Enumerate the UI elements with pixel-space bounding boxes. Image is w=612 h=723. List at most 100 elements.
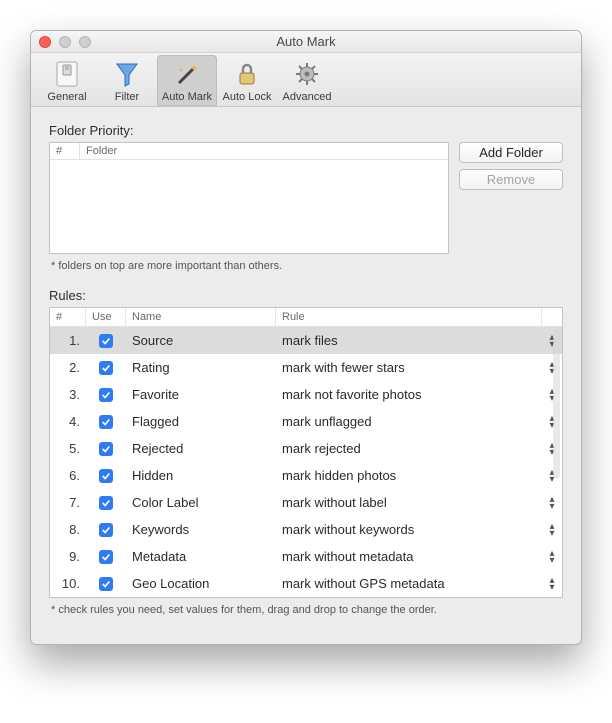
- table-row[interactable]: 8. Keywordsmark without keywords▴▾: [50, 516, 562, 543]
- checkbox[interactable]: [99, 469, 113, 483]
- prefs-toolbar: General Filter Auto Mark Auto Lock Advan…: [31, 53, 581, 107]
- stepper-icon[interactable]: ▴▾: [542, 577, 562, 591]
- stepper-icon[interactable]: ▴▾: [542, 550, 562, 564]
- scrollbar-thumb[interactable]: [553, 329, 560, 479]
- table-row[interactable]: 3.Favoritemark not favorite photos▴▾: [50, 381, 562, 408]
- tab-label: Auto Lock: [217, 91, 277, 103]
- close-icon[interactable]: [39, 36, 51, 48]
- rules-label: Rules:: [49, 288, 563, 303]
- table-row[interactable]: 10.Geo Locationmark without GPS metadata…: [50, 570, 562, 597]
- lock-icon: [231, 59, 263, 89]
- rule-desc: mark not favorite photos: [276, 387, 542, 402]
- tab-label: Auto Mark: [157, 91, 217, 103]
- funnel-icon: [111, 59, 143, 89]
- window-controls: [39, 36, 91, 48]
- row-number: 4.: [50, 414, 86, 429]
- rule-name: Rejected: [126, 441, 276, 456]
- col-name[interactable]: Name: [126, 308, 276, 326]
- folder-hint: * folders on top are more important than…: [51, 260, 563, 272]
- row-number: 7.: [50, 495, 86, 510]
- folder-table-header: # Folder: [50, 143, 448, 160]
- checkbox[interactable]: [99, 523, 113, 537]
- rule-name: Rating: [126, 360, 276, 375]
- use-cell: [86, 361, 126, 375]
- row-number: 10.: [50, 576, 86, 591]
- rule-desc: mark files: [276, 333, 542, 348]
- checkbox[interactable]: [99, 496, 113, 510]
- rule-name: Source: [126, 333, 276, 348]
- tab-label: Filter: [97, 91, 157, 103]
- checkbox[interactable]: [99, 334, 113, 348]
- row-number: 2.: [50, 360, 86, 375]
- rule-name: Favorite: [126, 387, 276, 402]
- use-cell: [86, 334, 126, 348]
- use-cell: [86, 442, 126, 456]
- row-number: 6.: [50, 468, 86, 483]
- col-folder[interactable]: Folder: [80, 143, 448, 159]
- use-cell: [86, 496, 126, 510]
- rule-name: Hidden: [126, 468, 276, 483]
- rules-hint: * check rules you need, set values for t…: [51, 604, 563, 616]
- table-row[interactable]: 6.Hiddenmark hidden photos▴▾: [50, 462, 562, 489]
- row-number: 1.: [50, 333, 86, 348]
- switch-icon: [51, 59, 83, 89]
- checkbox[interactable]: [99, 550, 113, 564]
- stepper-icon[interactable]: ▴▾: [542, 523, 562, 537]
- rule-desc: mark rejected: [276, 441, 542, 456]
- rule-desc: mark hidden photos: [276, 468, 542, 483]
- rules-table: # Use Name Rule 1. Sourcemark files ▴▾ 2. Ra…: [49, 307, 563, 598]
- checkbox[interactable]: [99, 577, 113, 591]
- table-row[interactable]: 2.Ratingmark with fewer stars▴▾: [50, 354, 562, 381]
- table-row[interactable]: 5.Rejectedmark rejected▴▾: [50, 435, 562, 462]
- zoom-icon[interactable]: [79, 36, 91, 48]
- checkbox[interactable]: [99, 442, 113, 456]
- checkbox[interactable]: [99, 361, 113, 375]
- col-spacer: [542, 314, 562, 320]
- row-number: 5.: [50, 441, 86, 456]
- titlebar: Auto Mark: [31, 31, 581, 53]
- use-cell: [86, 550, 126, 564]
- remove-folder-button[interactable]: Remove: [459, 169, 563, 190]
- folder-priority-table[interactable]: # Folder: [49, 142, 449, 254]
- col-number[interactable]: #: [50, 308, 86, 326]
- row-number: 9.: [50, 549, 86, 564]
- tab-label: General: [37, 91, 97, 103]
- use-cell: [86, 577, 126, 591]
- checkbox[interactable]: [99, 415, 113, 429]
- table-row[interactable]: 7. Color Labelmark without label▴▾: [50, 489, 562, 516]
- col-rule[interactable]: Rule: [276, 308, 542, 326]
- tab-auto-lock[interactable]: Auto Lock: [217, 55, 277, 106]
- rule-name: Metadata: [126, 549, 276, 564]
- add-folder-button[interactable]: Add Folder: [459, 142, 563, 163]
- tab-auto-mark[interactable]: Auto Mark: [157, 55, 217, 106]
- tab-filter[interactable]: Filter: [97, 55, 157, 106]
- minimize-icon[interactable]: [59, 36, 71, 48]
- stepper-icon[interactable]: ▴▾: [542, 496, 562, 510]
- rule-desc: mark without keywords: [276, 522, 542, 537]
- rule-desc: mark without GPS metadata: [276, 576, 542, 591]
- rule-desc: mark unflagged: [276, 414, 542, 429]
- rule-name: Keywords: [126, 522, 276, 537]
- tab-advanced[interactable]: Advanced: [277, 55, 337, 106]
- row-number: 8.: [50, 522, 86, 537]
- gear-icon: [291, 59, 323, 89]
- window-title: Auto Mark: [276, 34, 335, 49]
- col-use[interactable]: Use: [86, 308, 126, 326]
- tab-general[interactable]: General: [37, 55, 97, 106]
- content-area: Folder Priority: # Folder Add Folder Rem…: [31, 107, 581, 644]
- preferences-window: Auto Mark General Filter Auto Mark Auto …: [30, 30, 582, 645]
- checkbox[interactable]: [99, 388, 113, 402]
- folder-priority-label: Folder Priority:: [49, 123, 563, 138]
- use-cell: [86, 523, 126, 537]
- table-row[interactable]: 9. Metadatamark without metadata▴▾: [50, 543, 562, 570]
- col-number[interactable]: #: [50, 143, 80, 159]
- rule-desc: mark without metadata: [276, 549, 542, 564]
- table-row[interactable]: 1.Sourcemark files▴▾: [50, 327, 562, 354]
- rules-table-header: # Use Name Rule: [50, 308, 562, 327]
- use-cell: [86, 469, 126, 483]
- rule-desc: mark without label: [276, 495, 542, 510]
- rule-name: Flagged: [126, 414, 276, 429]
- row-number: 3.: [50, 387, 86, 402]
- table-row[interactable]: 4.Flaggedmark unflagged▴▾: [50, 408, 562, 435]
- rule-name: Color Label: [126, 495, 276, 510]
